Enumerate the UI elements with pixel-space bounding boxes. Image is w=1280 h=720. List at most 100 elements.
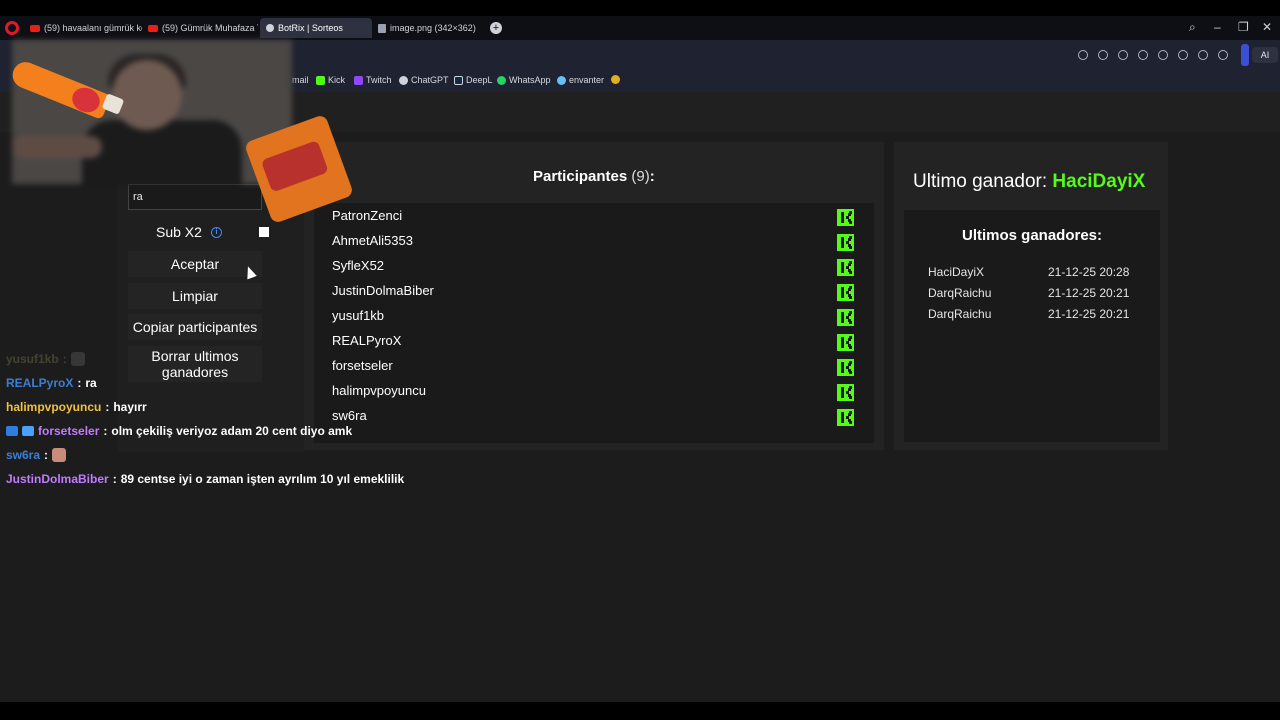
bookmark-deepl[interactable]: DeepL <box>454 75 493 85</box>
chat-separator: : <box>103 424 108 438</box>
participants-title-suffix: : <box>649 168 655 185</box>
participant-row: forsetseler <box>332 358 862 378</box>
kick-icon <box>316 75 325 85</box>
participant-row: yusuf1kb <box>332 308 862 328</box>
delete-winners-button[interactable]: Borrar ultimos ganadores <box>128 346 262 382</box>
deepl-icon <box>454 75 463 85</box>
tab-image[interactable]: image.png (342×362) <box>372 18 482 38</box>
tab-botrix[interactable]: BotRix | Sorteos <box>260 18 372 38</box>
kick-icon <box>837 334 854 351</box>
chat-message: yusuf1kb: <box>6 352 85 366</box>
steam-icon <box>557 75 566 85</box>
bookmark-chatgpt[interactable]: ChatGPT <box>399 75 449 85</box>
winner-date: 21-12-25 20:21 <box>1048 307 1130 321</box>
extensions-icon[interactable] <box>1138 50 1148 60</box>
bookmark-mail[interactable]: mail <box>292 75 309 85</box>
chat-separator: : <box>105 400 110 414</box>
tab-label: (59) Gümrük Muhafaza Tü <box>162 23 258 33</box>
clear-button[interactable]: Limpiar <box>128 283 262 309</box>
bookmark-envanter[interactable]: envanter <box>557 75 604 85</box>
new-tab-button[interactable]: + <box>490 22 502 34</box>
participant-name: AhmetAli5353 <box>332 233 413 248</box>
winner-date: 21-12-25 20:21 <box>1048 286 1130 300</box>
kick-icon <box>837 309 854 326</box>
minimize-icon[interactable]: – <box>1214 20 1221 34</box>
ai-button[interactable]: AI <box>1252 47 1278 63</box>
info-icon[interactable]: i <box>211 227 222 238</box>
keyword-input[interactable] <box>128 184 262 210</box>
profile-icon[interactable] <box>1218 50 1228 60</box>
bookmark-label: ChatGPT <box>411 75 449 85</box>
shield-icon[interactable] <box>1118 50 1128 60</box>
participant-name: REALPyroX <box>332 333 402 348</box>
whatsapp-icon <box>497 75 506 85</box>
last-winner-name: HaciDayiX <box>1052 171 1146 192</box>
emote-icon <box>52 448 67 462</box>
participant-name: halimpvpoyuncu <box>332 383 426 398</box>
heart-icon[interactable] <box>1158 50 1168 60</box>
bookmark-twitch[interactable]: Twitch <box>354 75 392 85</box>
bookmark-label: envanter <box>569 75 605 85</box>
emote-icon <box>70 352 85 366</box>
last-winner-label: Ultimo ganador: <box>913 171 1048 192</box>
download-icon[interactable] <box>1178 50 1188 60</box>
chat-username: halimpvpoyuncu <box>6 400 102 414</box>
camera-icon[interactable] <box>1098 50 1108 60</box>
chat-username: JustinDolmaBiber <box>6 472 109 486</box>
menu-icon[interactable] <box>1198 50 1208 60</box>
sidebar-accent <box>1241 44 1249 66</box>
chat-message: forsetseler: olm çekiliş veriyoz adam 20 … <box>6 424 352 438</box>
recent-winners-title: Ultimos ganadores: <box>961 227 1103 244</box>
winner-row: DarqRaichu 21-12-25 20:21 <box>928 286 1148 300</box>
close-icon[interactable]: ✕ <box>1262 20 1272 34</box>
participants-title: Participantes (9): <box>533 168 655 185</box>
emoji-icon <box>611 75 620 84</box>
participant-row: REALPyroX <box>332 333 862 353</box>
participant-row: PatronZenci <box>332 208 862 228</box>
chat-text: 89 centse iyi o zaman işten ayrılım 10 y… <box>120 472 405 486</box>
participants-count: (9) <box>631 168 650 185</box>
webcam-person-shirt <box>82 120 242 184</box>
bookmark-label: DeepL <box>466 75 493 85</box>
botrix-icon <box>266 24 274 32</box>
webcam-person-head <box>112 60 182 130</box>
winner-date: 21-12-25 20:28 <box>1048 265 1130 279</box>
bookmark-kick[interactable]: Kick <box>316 75 345 85</box>
winner-name: DarqRaichu <box>928 286 992 300</box>
youtube-icon <box>148 24 158 32</box>
bookmark-whatsapp[interactable]: WhatsApp <box>497 75 551 85</box>
participant-row: JustinDolmaBiber <box>332 283 862 303</box>
kick-icon <box>837 359 854 376</box>
winner-name: DarqRaichu <box>928 307 992 321</box>
accept-button[interactable]: Aceptar <box>128 251 262 277</box>
search-tool-icon[interactable] <box>1078 50 1088 60</box>
bookmark-extra[interactable] <box>611 75 620 84</box>
webcam-person-arm <box>12 136 102 158</box>
tab-youtube-2[interactable]: (59) Gümrük Muhafaza Tü <box>142 18 258 38</box>
badge-icon <box>22 426 34 436</box>
restore-icon[interactable]: ❐ <box>1238 20 1249 34</box>
participants-title-text: Participantes <box>533 168 628 185</box>
tab-label: (59) havaalanı gümrük ko <box>44 23 142 33</box>
participant-row: AhmetAli5353 <box>332 233 862 253</box>
participant-name: forsetseler <box>332 358 393 373</box>
youtube-icon <box>30 24 40 32</box>
bottom-letterbox <box>0 702 1280 720</box>
kick-icon <box>837 209 854 226</box>
opera-logo-icon[interactable] <box>5 21 19 35</box>
sub-x2-checkbox[interactable] <box>259 227 269 237</box>
tab-youtube-1[interactable]: (59) havaalanı gümrük ko <box>24 18 142 38</box>
kick-icon <box>837 259 854 276</box>
browser-tab-bar: (59) havaalanı gümrük ko (59) Gümrük Muh… <box>0 16 1280 40</box>
participant-name: yusuf1kb <box>332 308 385 323</box>
copy-participants-button[interactable]: Copiar participantes <box>128 314 262 340</box>
chat-username: sw6ra <box>6 448 41 462</box>
bookmark-label: mail <box>292 75 309 85</box>
bookmark-label: WhatsApp <box>509 75 551 85</box>
search-icon[interactable]: ⌕ <box>1189 20 1196 35</box>
chat-message: JustinDolmaBiber:89 centse iyi o zaman i… <box>6 472 404 486</box>
chat-separator: : <box>62 352 67 366</box>
kick-icon <box>837 284 854 301</box>
tab-label: image.png (342×362) <box>390 23 476 33</box>
chat-message: sw6ra: <box>6 448 67 462</box>
